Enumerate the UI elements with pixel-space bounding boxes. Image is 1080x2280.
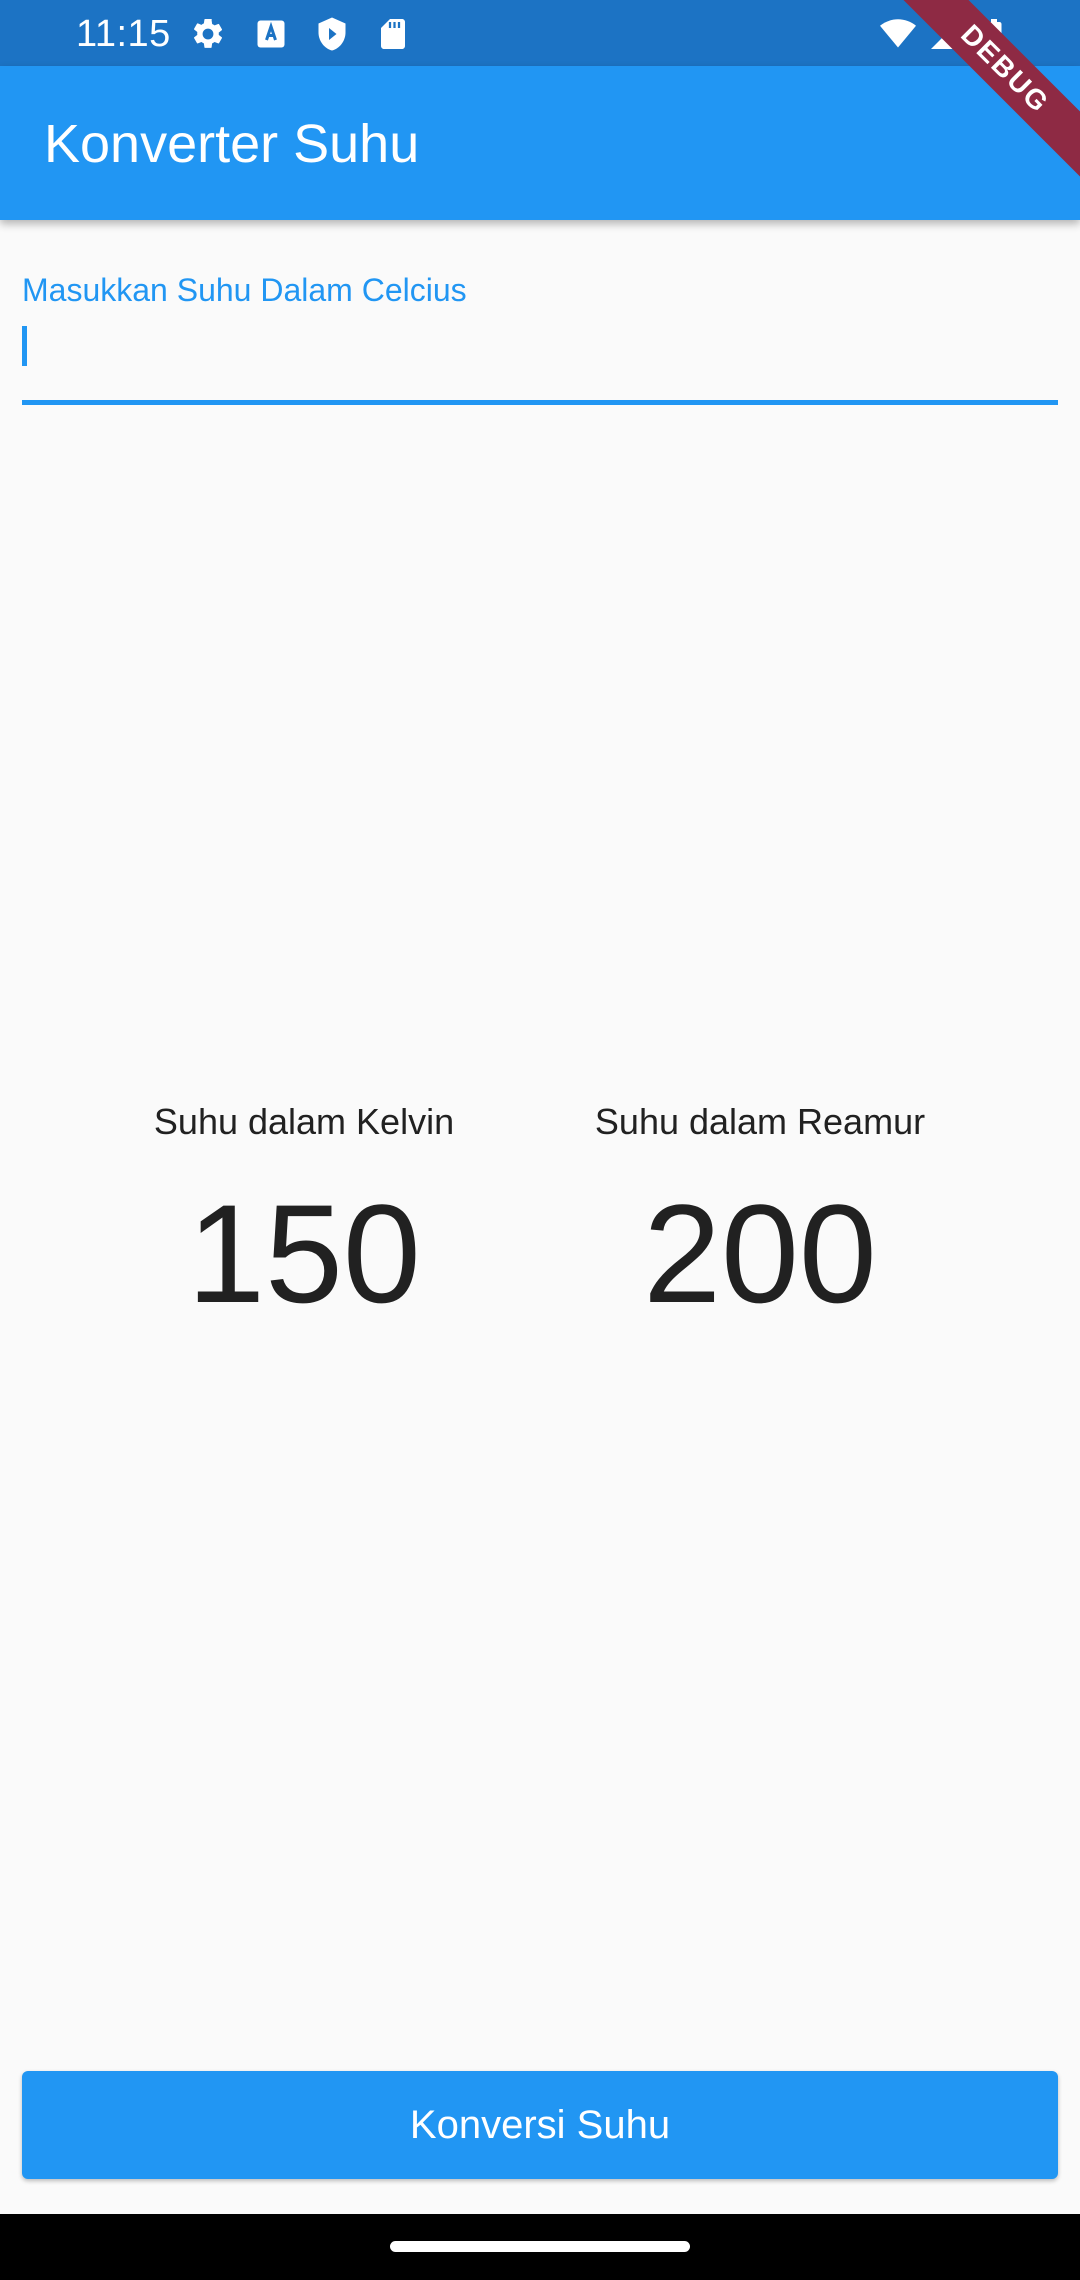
sd-card-icon xyxy=(375,16,411,52)
app-bar: Konverter Suhu xyxy=(0,66,1080,220)
kelvin-value: 150 xyxy=(187,1175,421,1332)
convert-button[interactable]: Konversi Suhu xyxy=(22,2071,1058,2179)
reamur-value: 200 xyxy=(643,1175,877,1332)
wifi-icon xyxy=(880,16,916,52)
field-underline xyxy=(22,400,1058,405)
kelvin-label: Suhu dalam Kelvin xyxy=(153,1101,455,1142)
celsius-field[interactable]: Masukkan Suhu Dalam Celcius xyxy=(22,270,1058,406)
text-cursor xyxy=(22,326,27,366)
shield-icon xyxy=(314,16,350,52)
gear-icon xyxy=(190,16,226,52)
status-time: 11:15 xyxy=(76,13,171,55)
home-handle[interactable] xyxy=(390,2241,690,2252)
reamur-result: Suhu dalam Reamur 200 xyxy=(530,1100,990,1324)
celsius-field-label: Masukkan Suhu Dalam Celcius xyxy=(22,272,467,308)
reamur-label: Suhu dalam Reamur xyxy=(594,1101,926,1142)
app-title: Konverter Suhu xyxy=(44,114,420,174)
celsius-input[interactable] xyxy=(22,320,1058,380)
kelvin-result: Suhu dalam Kelvin 150 xyxy=(74,1100,534,1324)
a-icon xyxy=(253,16,289,52)
